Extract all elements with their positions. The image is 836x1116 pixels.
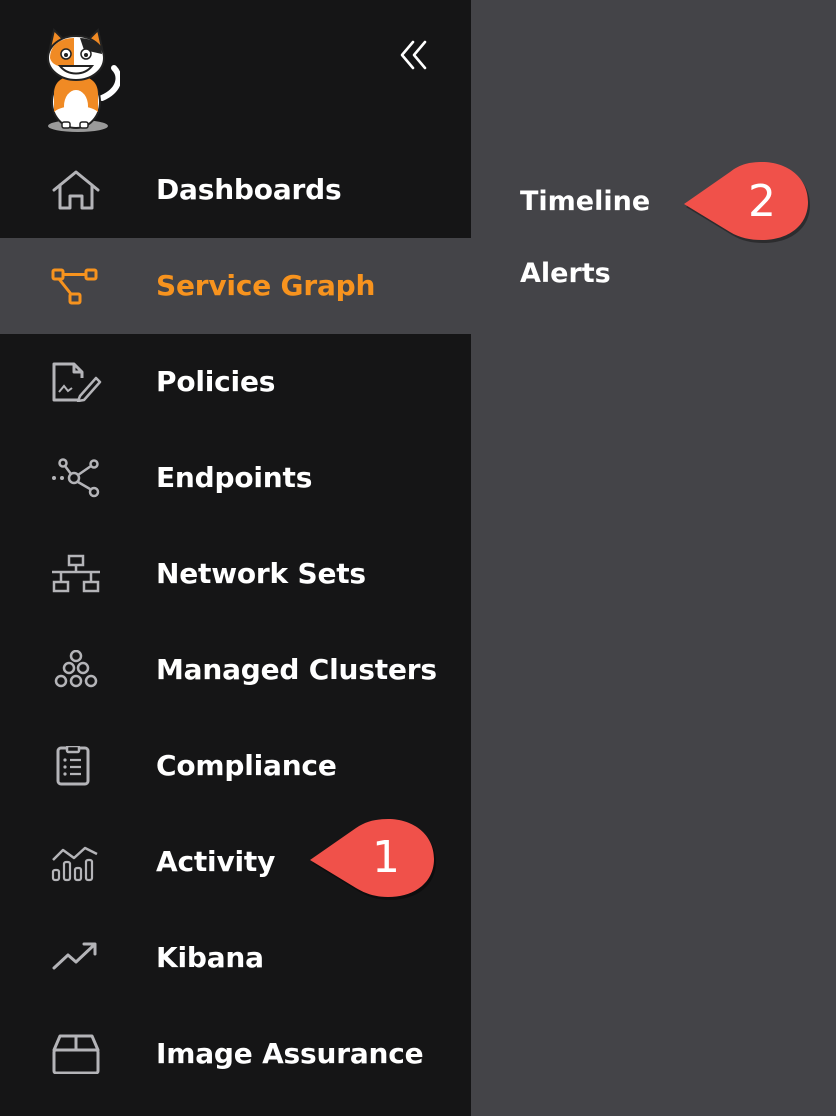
- nav-item-network-sets[interactable]: Network Sets: [0, 526, 471, 622]
- nav-item-image-assurance[interactable]: Image Assurance: [0, 1006, 471, 1102]
- calico-cat-logo[interactable]: [40, 28, 122, 136]
- home-icon: [50, 170, 102, 210]
- nav-item-label: Service Graph: [156, 269, 376, 302]
- nav-item-label: Policies: [156, 365, 276, 398]
- nav-item-label: Endpoints: [156, 461, 313, 494]
- service-graph-icon: [50, 266, 102, 306]
- nav-item-dashboards[interactable]: Dashboards: [0, 142, 471, 238]
- sidebar: Dashboards Service Graph Policies Endpoi…: [0, 0, 471, 1116]
- network-tree-icon: [50, 554, 102, 594]
- nav-item-label: Kibana: [156, 941, 264, 974]
- box-icon: [50, 1034, 102, 1074]
- activity-chart-icon: [50, 842, 102, 882]
- nav-item-endpoints[interactable]: Endpoints: [0, 430, 471, 526]
- policy-document-icon: [50, 362, 102, 402]
- endpoints-nodes-icon: [50, 458, 102, 498]
- submenu-item-alerts[interactable]: Alerts: [520, 258, 611, 289]
- nav-item-label: Network Sets: [156, 557, 366, 590]
- nav-item-policies[interactable]: Policies: [0, 334, 471, 430]
- submenu-item-timeline[interactable]: Timeline: [520, 186, 650, 217]
- nav-item-label: Dashboards: [156, 173, 342, 206]
- nav-item-compliance[interactable]: Compliance: [0, 718, 471, 814]
- nav-item-label: Activity: [156, 845, 276, 878]
- clipboard-icon: [50, 746, 102, 786]
- callout-marker-1: 1: [306, 818, 440, 902]
- nav-item-label: Image Assurance: [156, 1037, 424, 1070]
- nav-item-kibana[interactable]: Kibana: [0, 910, 471, 1006]
- nav-item-label: Compliance: [156, 749, 337, 782]
- trend-arrow-icon: [50, 938, 102, 978]
- nav-item-service-graph[interactable]: Service Graph: [0, 238, 471, 334]
- callout-marker-2: 2: [680, 160, 814, 244]
- callout-number: 1: [372, 832, 400, 883]
- nav-item-label: Managed Clusters: [156, 653, 437, 686]
- callout-number: 2: [748, 176, 776, 227]
- double-chevron-left-icon[interactable]: [397, 38, 433, 72]
- clusters-icon: [50, 650, 102, 690]
- nav-item-managed-clusters[interactable]: Managed Clusters: [0, 622, 471, 718]
